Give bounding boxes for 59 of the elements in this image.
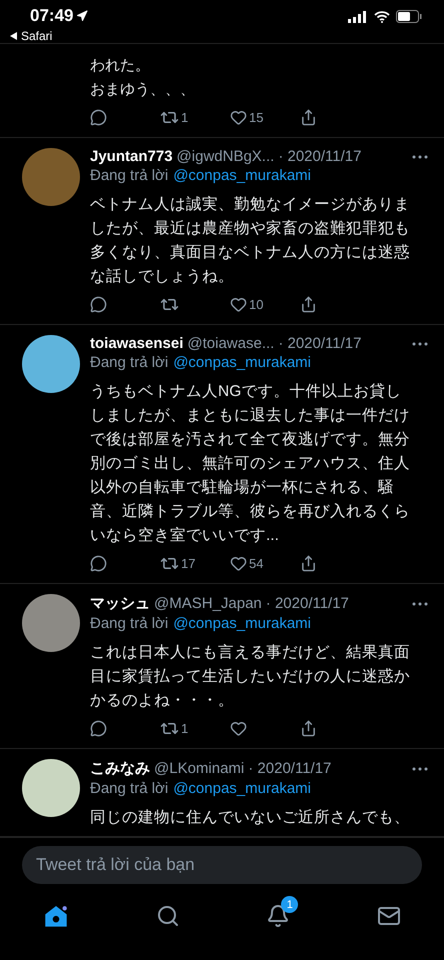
replying-to-label: Đang trả lời [90, 779, 168, 799]
replying-to-label: Đang trả lời [90, 353, 168, 373]
more-icon[interactable] [412, 602, 428, 606]
wifi-icon [374, 10, 390, 22]
tweet-date: · 2020/11/17 [278, 335, 362, 352]
mention-link[interactable]: @conpas_murakami [173, 352, 311, 374]
tweet-text: これは日本人にも言える事だけど、結果真面目に家賃払って生活したいだけの人に迷惑かかるのよね・・・。 [90, 643, 411, 711]
battery-icon [396, 10, 422, 23]
speech-bubble-icon [90, 555, 107, 572]
share-icon [300, 296, 317, 313]
tweet-date: · 2020/11/17 [248, 760, 332, 777]
share-icon [300, 555, 317, 572]
user-handle: @LKominami [154, 760, 244, 777]
speech-bubble-icon [90, 296, 107, 313]
tweet-text: 同じの建物に住んでいないご近所さんでも、 [90, 808, 411, 828]
display-name[interactable]: マッシュ [90, 594, 150, 613]
like-button[interactable]: 54 [230, 554, 290, 573]
user-handle: @toiawase... [187, 335, 274, 352]
retweet-button[interactable]: 1 [160, 719, 220, 738]
replying-to-label: Đang trả lời [90, 614, 168, 634]
location-arrow-icon [76, 10, 88, 22]
heart-icon [230, 555, 247, 572]
reply-input-field[interactable]: Tweet trả lời của bạn [22, 846, 422, 884]
mention-link[interactable]: @conpas_murakami [173, 165, 311, 187]
tweet-text: うちもベトナム人NGです。十件以上お貸ししましたが、まともに退去した事は一件だけで後は部屋を汚されて全て夜逃げです。無分別のゴミ出し、無許可のシェアハウス、住人以外の自転車で駐輪場が一杯にされる、騒音、近隣トラブル等、彼らを再び入れるくらいなら空き室でいいです... [90, 382, 411, 546]
back-to-app-link[interactable]: Safari [10, 29, 88, 43]
more-icon[interactable] [412, 342, 428, 346]
display-name[interactable]: こみなみ [90, 759, 150, 778]
tweet-date: · 2020/11/17 [266, 595, 349, 612]
like-button[interactable]: 15 [230, 108, 290, 127]
heart-icon [230, 720, 247, 737]
heart-icon [230, 109, 247, 126]
tweet-text: おまゆう、、、 [90, 80, 196, 100]
share-icon [300, 109, 317, 126]
replying-to-label: Đang trả lời [90, 166, 168, 186]
tweet-date: · 2020/11/17 [278, 148, 362, 165]
search-icon [156, 904, 180, 928]
retweet-button[interactable]: 1 [160, 108, 220, 127]
display-name[interactable]: Jyuntan773 [90, 148, 173, 165]
user-handle: @MASH_Japan [154, 595, 262, 612]
heart-icon [230, 296, 247, 313]
speech-bubble-icon [90, 109, 107, 126]
tweet-text: われた。 [90, 56, 151, 76]
back-triangle-icon [10, 32, 17, 40]
mention-link[interactable]: @conpas_murakami [173, 778, 311, 800]
more-icon[interactable] [412, 154, 428, 158]
clock-time: 07:49 [30, 6, 88, 26]
share-icon [300, 720, 317, 737]
mention-link[interactable]: @conpas_murakami [173, 613, 311, 635]
retweet-button[interactable]: 17 [160, 554, 220, 573]
signal-icon [348, 10, 368, 22]
speech-bubble-icon [90, 720, 107, 737]
tweet-text: ベトナム人は誠実、勤勉なイメージがありましたが、最近は農産物や家畜の盗難犯罪犯も多くなり、真面目なベトナム人の方には迷惑な話しでしょうね。 [90, 194, 411, 287]
user-handle: @igwdNBgX... [176, 148, 274, 165]
notification-badge: 1 [281, 896, 298, 913]
like-button[interactable]: 10 [230, 295, 290, 314]
more-icon[interactable] [412, 766, 428, 770]
display-name[interactable]: toiawasensei [90, 335, 184, 352]
envelope-icon [376, 904, 401, 928]
